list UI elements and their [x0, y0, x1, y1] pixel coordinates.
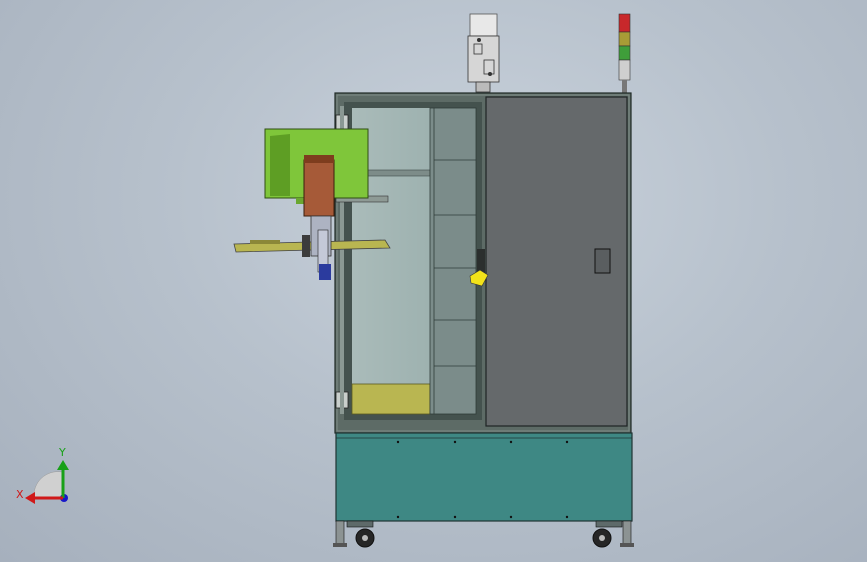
x-axis-label: X [16, 488, 24, 501]
y-axis-label: Y [58, 446, 66, 459]
triad-sphere [33, 471, 63, 499]
graphics-viewport[interactable]: Y X [0, 0, 867, 562]
axis-triad: Y X [16, 446, 69, 504]
